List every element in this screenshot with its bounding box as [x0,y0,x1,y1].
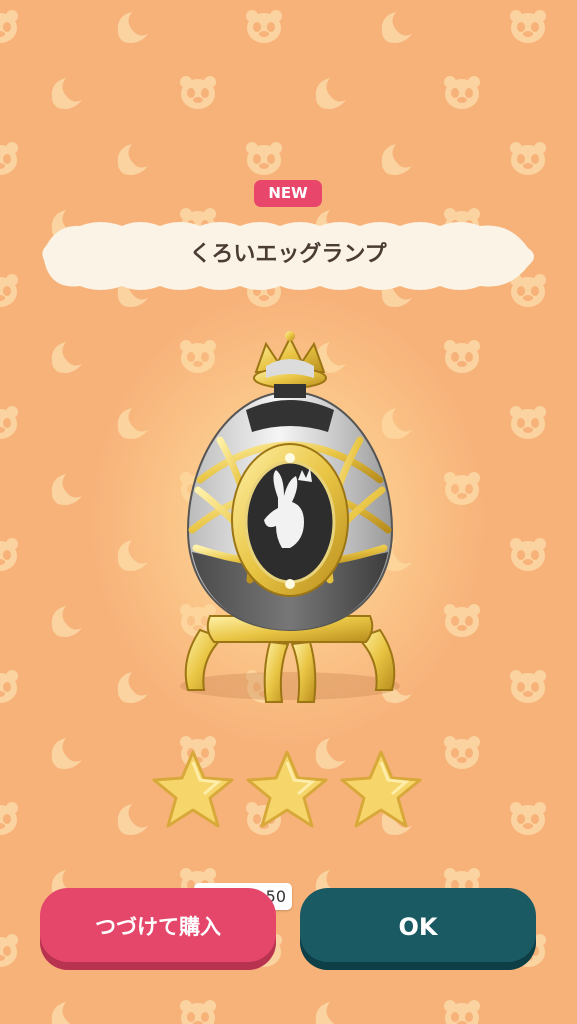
bear-face-icon [510,406,546,439]
moon-crescent-icon [381,144,412,175]
bear-face-icon [444,340,480,373]
rarity-stars [150,748,430,838]
bear-face-icon [510,670,546,703]
bear-face-icon [246,142,282,175]
moon-crescent-icon [51,342,82,373]
bear-face-icon [510,10,546,43]
moon-crescent-icon [117,804,148,835]
bear-face-icon [246,10,282,43]
buy-again-button[interactable]: つづけて購入 [40,888,276,970]
bear-face-icon [0,802,18,835]
moon-crescent-icon [117,144,148,175]
bear-face-icon [510,538,546,571]
bear-face-icon [0,10,18,43]
ok-button[interactable]: OK [300,888,536,970]
bear-face-icon [444,736,480,769]
bear-face-icon [444,76,480,109]
bear-face-icon [0,670,18,703]
item-name: くろいエッグランプ [189,242,387,267]
bear-face-icon [510,142,546,175]
black-egg-lamp-image [180,331,400,703]
moon-crescent-icon [51,606,82,637]
bear-face-icon [510,802,546,835]
moon-crescent-icon [51,1002,82,1024]
moon-crescent-icon [381,12,412,43]
new-badge: NEW [254,180,322,207]
moon-crescent-icon [51,738,82,769]
bear-face-icon [0,274,18,307]
star-icon [152,750,234,828]
star-icon [340,750,422,828]
moon-crescent-icon [315,78,346,109]
bear-face-icon [444,1000,480,1024]
moon-crescent-icon [51,78,82,109]
bear-face-icon [0,934,18,967]
moon-crescent-icon [51,474,82,505]
bear-face-icon [0,142,18,175]
moon-crescent-icon [117,12,148,43]
moon-crescent-icon [315,1002,346,1024]
star-icon [246,750,328,828]
bear-face-icon [0,406,18,439]
bear-face-icon [0,538,18,571]
bear-face-icon [180,76,216,109]
bear-face-icon [180,1000,216,1024]
